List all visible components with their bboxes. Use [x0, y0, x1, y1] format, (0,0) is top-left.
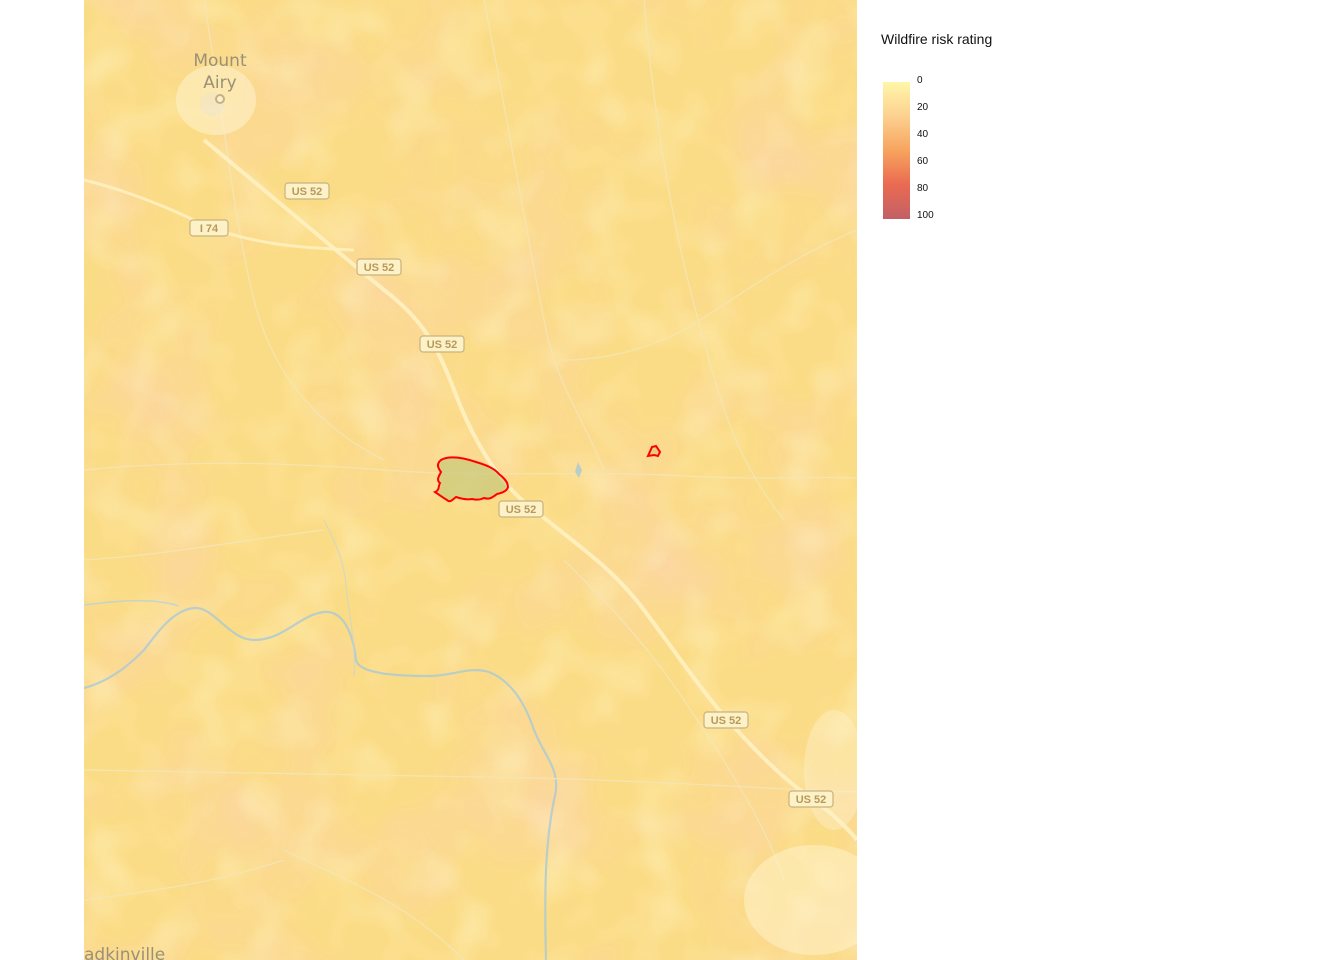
- legend-tick-100: 100: [917, 210, 934, 221]
- legend-tick-0: 0: [917, 75, 923, 86]
- route-shield-us52-e: US 52: [703, 711, 749, 729]
- legend-tick-80: 80: [917, 183, 929, 194]
- place-label-mount: Mount: [193, 51, 247, 71]
- legend-tick-40: 40: [917, 129, 929, 140]
- place-label-yadkinville: adkinville: [84, 945, 165, 960]
- svg-text:US 52: US 52: [711, 715, 742, 727]
- route-shield-us52-a: US 52: [284, 182, 330, 200]
- route-shield-us52-d: US 52: [498, 500, 544, 518]
- route-shield-us52-b: US 52: [356, 258, 402, 276]
- route-shield-us52-c: US 52: [419, 335, 465, 353]
- place-label-airy: Airy: [203, 73, 236, 93]
- svg-text:US 52: US 52: [506, 504, 537, 516]
- route-shield-i74: I 74: [189, 219, 229, 237]
- svg-text:US 52: US 52: [292, 186, 323, 198]
- map-panel[interactable]: Mount Airy adkinville US 52 I 74 US 52 U…: [84, 0, 857, 960]
- svg-text:US 52: US 52: [364, 262, 395, 274]
- legend-tick-20: 20: [917, 102, 929, 113]
- legend-title: Wildfire risk rating: [881, 31, 993, 47]
- route-shield-us52-f: US 52: [788, 790, 834, 808]
- legend-tick-60: 60: [917, 156, 929, 167]
- svg-text:US 52: US 52: [427, 339, 458, 351]
- legend-color-bar: [883, 82, 910, 219]
- svg-text:I 74: I 74: [200, 223, 219, 235]
- svg-text:US 52: US 52: [796, 794, 827, 806]
